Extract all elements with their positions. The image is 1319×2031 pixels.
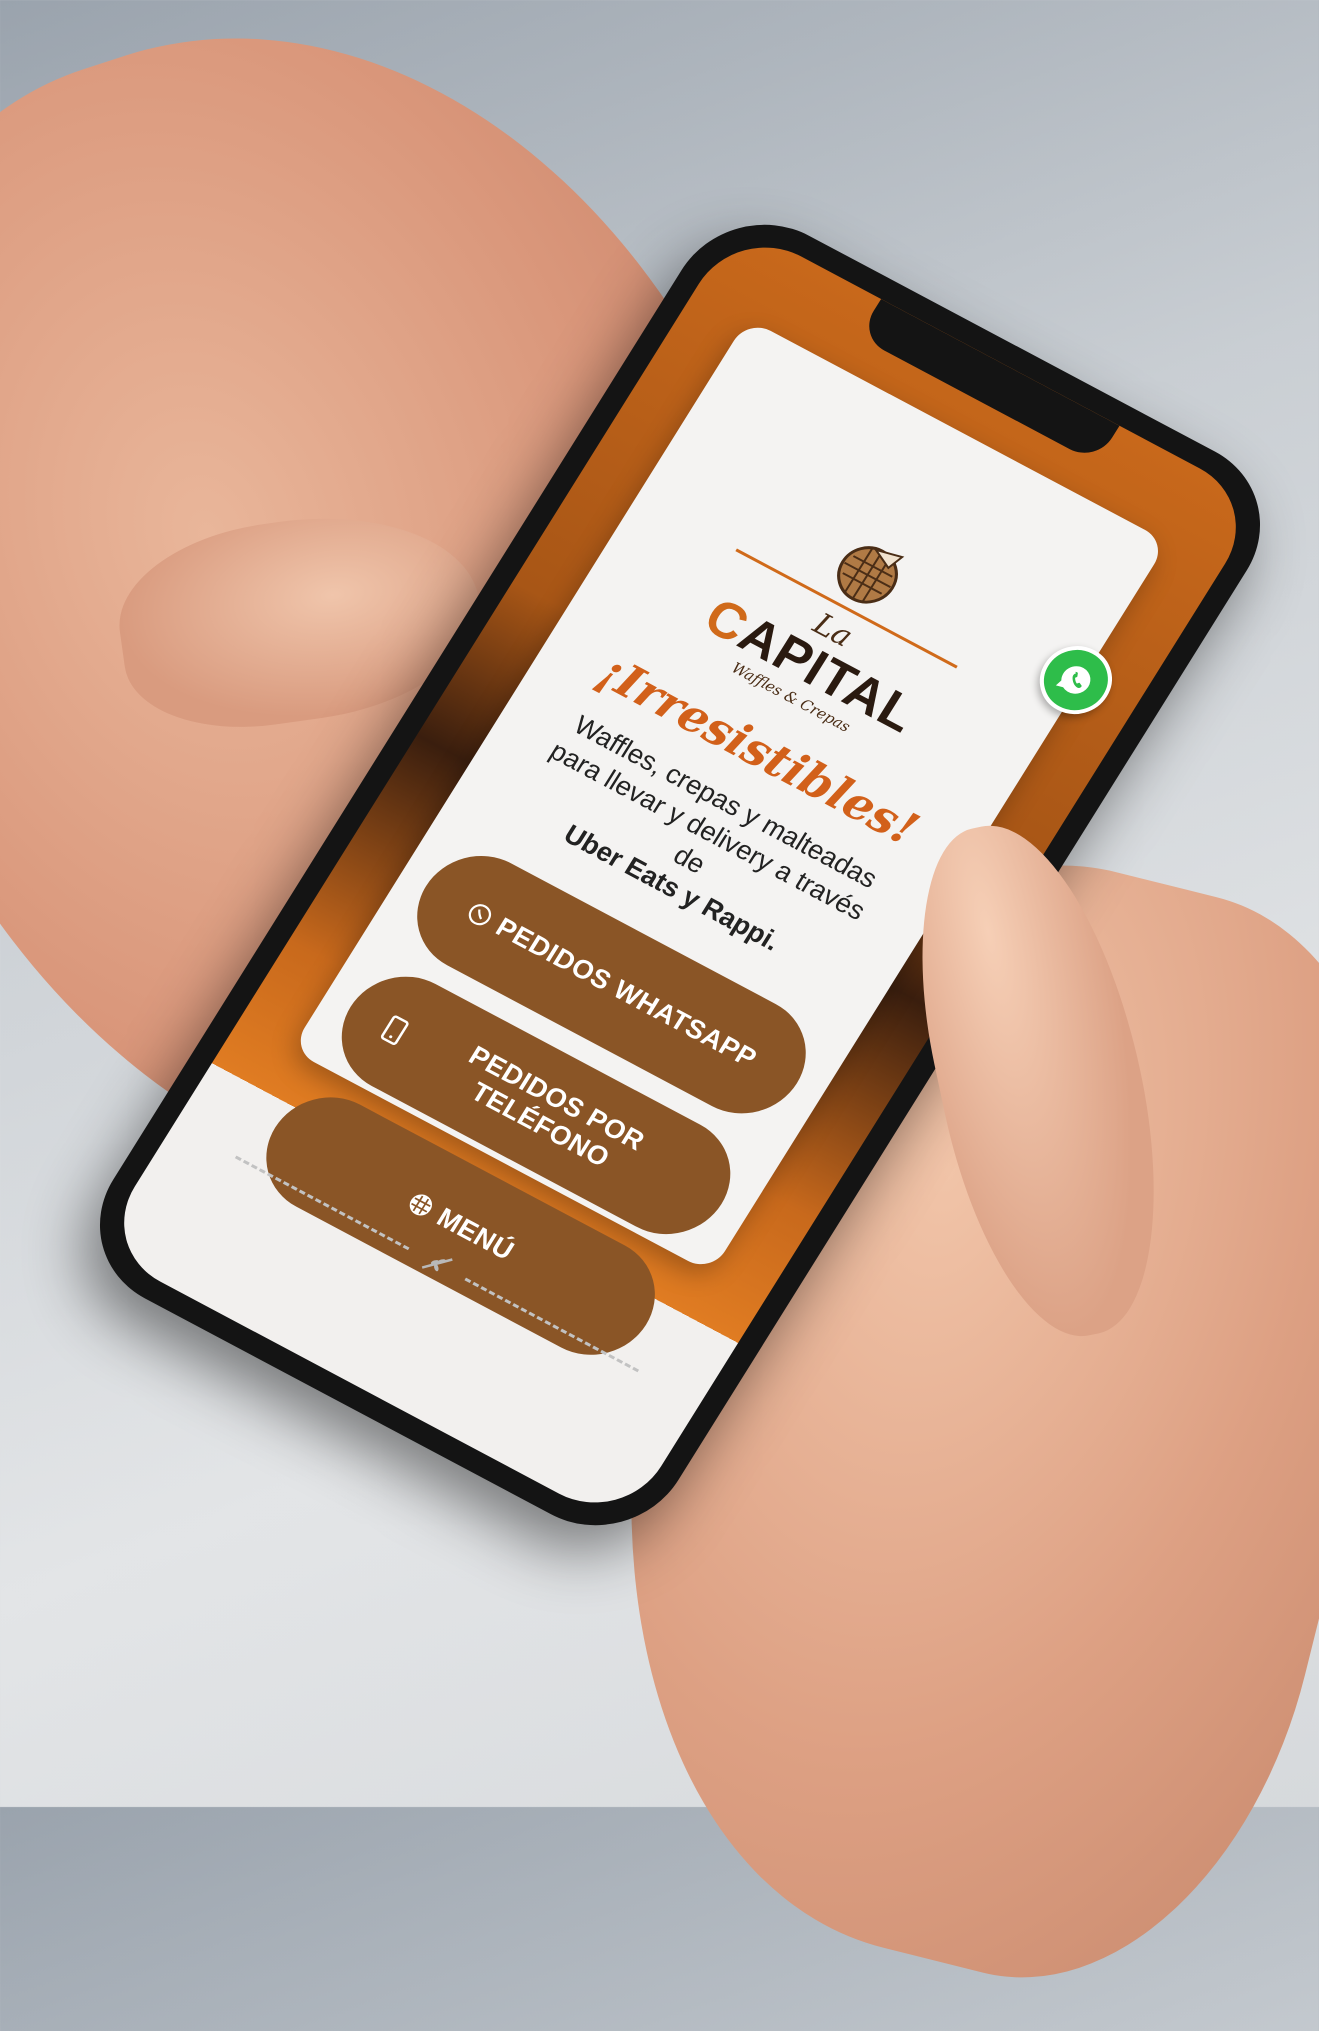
whatsapp-icon <box>1055 666 1091 694</box>
whatsapp-float-button[interactable] <box>1026 633 1126 727</box>
mobile-phone-icon <box>379 1014 412 1047</box>
waffle-icon <box>403 1188 440 1222</box>
waffle-logo-icon <box>837 546 905 604</box>
whatsapp-icon <box>462 898 499 932</box>
smartphone: La CAPITAL Waffles & Crepas ¡Irresistibl… <box>65 193 1295 1557</box>
